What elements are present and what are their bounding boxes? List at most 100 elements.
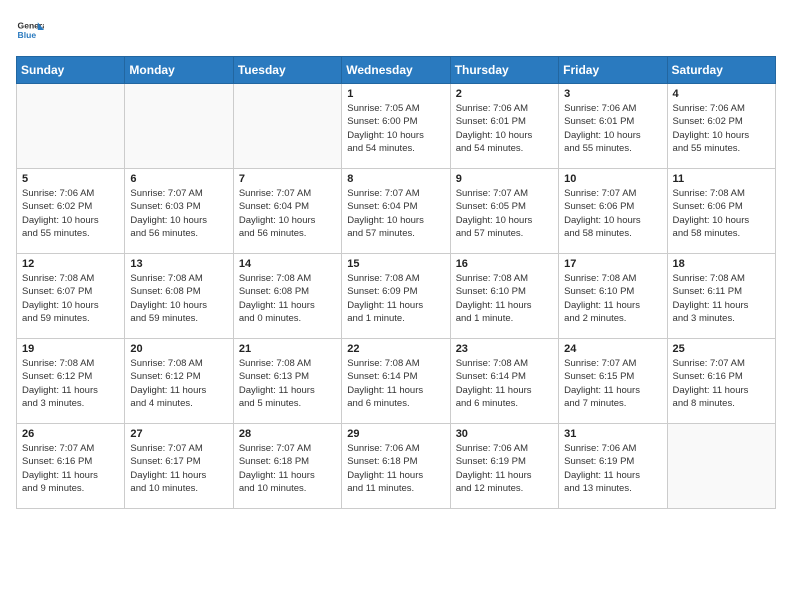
day-number: 25 <box>673 343 770 355</box>
day-number: 21 <box>239 343 336 355</box>
day-number: 30 <box>456 428 553 440</box>
day-number: 1 <box>347 88 444 100</box>
day-info: Sunrise: 7:06 AM Sunset: 6:01 PM Dayligh… <box>564 102 661 155</box>
day-number: 29 <box>347 428 444 440</box>
calendar-cell: 21 Sunrise: 7:08 AM Sunset: 6:13 PM Dayli… <box>233 339 341 424</box>
day-info: Sunrise: 7:05 AM Sunset: 6:00 PM Dayligh… <box>347 102 444 155</box>
day-info: Sunrise: 7:08 AM Sunset: 6:07 PM Dayligh… <box>22 272 119 325</box>
week-row-2: 5 Sunrise: 7:06 AM Sunset: 6:02 PM Daylig… <box>17 169 776 254</box>
day-info: Sunrise: 7:07 AM Sunset: 6:15 PM Dayligh… <box>564 357 661 410</box>
calendar-cell: 23 Sunrise: 7:08 AM Sunset: 6:14 PM Dayli… <box>450 339 558 424</box>
weekday-header-monday: Monday <box>125 57 233 84</box>
day-info: Sunrise: 7:08 AM Sunset: 6:08 PM Dayligh… <box>130 272 227 325</box>
calendar-cell <box>17 84 125 169</box>
calendar-cell: 1 Sunrise: 7:05 AM Sunset: 6:00 PM Daylig… <box>342 84 450 169</box>
day-info: Sunrise: 7:08 AM Sunset: 6:10 PM Dayligh… <box>456 272 553 325</box>
day-number: 26 <box>22 428 119 440</box>
weekday-header-wednesday: Wednesday <box>342 57 450 84</box>
day-number: 11 <box>673 173 770 185</box>
week-row-1: 1 Sunrise: 7:05 AM Sunset: 6:00 PM Daylig… <box>17 84 776 169</box>
calendar-cell: 17 Sunrise: 7:08 AM Sunset: 6:10 PM Dayli… <box>559 254 667 339</box>
day-number: 23 <box>456 343 553 355</box>
day-info: Sunrise: 7:08 AM Sunset: 6:12 PM Dayligh… <box>22 357 119 410</box>
calendar-cell: 20 Sunrise: 7:08 AM Sunset: 6:12 PM Dayli… <box>125 339 233 424</box>
svg-text:Blue: Blue <box>18 30 37 40</box>
calendar-cell: 19 Sunrise: 7:08 AM Sunset: 6:12 PM Dayli… <box>17 339 125 424</box>
calendar-cell <box>125 84 233 169</box>
day-number: 28 <box>239 428 336 440</box>
day-info: Sunrise: 7:08 AM Sunset: 6:10 PM Dayligh… <box>564 272 661 325</box>
calendar-header-row: SundayMondayTuesdayWednesdayThursdayFrid… <box>17 57 776 84</box>
logo: General Blue <box>16 16 44 44</box>
day-info: Sunrise: 7:08 AM Sunset: 6:14 PM Dayligh… <box>456 357 553 410</box>
day-info: Sunrise: 7:07 AM Sunset: 6:04 PM Dayligh… <box>239 187 336 240</box>
calendar-cell: 18 Sunrise: 7:08 AM Sunset: 6:11 PM Dayli… <box>667 254 775 339</box>
calendar-cell: 16 Sunrise: 7:08 AM Sunset: 6:10 PM Dayli… <box>450 254 558 339</box>
calendar-cell: 8 Sunrise: 7:07 AM Sunset: 6:04 PM Daylig… <box>342 169 450 254</box>
day-info: Sunrise: 7:08 AM Sunset: 6:06 PM Dayligh… <box>673 187 770 240</box>
calendar-cell: 2 Sunrise: 7:06 AM Sunset: 6:01 PM Daylig… <box>450 84 558 169</box>
day-number: 8 <box>347 173 444 185</box>
day-info: Sunrise: 7:08 AM Sunset: 6:12 PM Dayligh… <box>130 357 227 410</box>
weekday-header-saturday: Saturday <box>667 57 775 84</box>
day-info: Sunrise: 7:07 AM Sunset: 6:16 PM Dayligh… <box>673 357 770 410</box>
day-number: 2 <box>456 88 553 100</box>
day-number: 3 <box>564 88 661 100</box>
calendar-cell: 15Sunrise: 7:08 AM Sunset: 6:09 PM Dayli… <box>342 254 450 339</box>
day-number: 9 <box>456 173 553 185</box>
calendar-cell: 12 Sunrise: 7:08 AM Sunset: 6:07 PM Dayli… <box>17 254 125 339</box>
week-row-4: 19 Sunrise: 7:08 AM Sunset: 6:12 PM Dayli… <box>17 339 776 424</box>
calendar-cell: 4Sunrise: 7:06 AM Sunset: 6:02 PM Daylig… <box>667 84 775 169</box>
day-number: 22 <box>347 343 444 355</box>
day-number: 14 <box>239 258 336 270</box>
day-number: 20 <box>130 343 227 355</box>
page-header: General Blue <box>16 16 776 44</box>
calendar-cell: 10Sunrise: 7:07 AM Sunset: 6:06 PM Dayli… <box>559 169 667 254</box>
day-info: Sunrise: 7:08 AM Sunset: 6:08 PM Dayligh… <box>239 272 336 325</box>
calendar-cell: 26Sunrise: 7:07 AM Sunset: 6:16 PM Dayli… <box>17 424 125 509</box>
day-info: Sunrise: 7:06 AM Sunset: 6:01 PM Dayligh… <box>456 102 553 155</box>
calendar-cell: 6Sunrise: 7:07 AM Sunset: 6:03 PM Daylig… <box>125 169 233 254</box>
day-number: 15 <box>347 258 444 270</box>
day-info: Sunrise: 7:06 AM Sunset: 6:02 PM Dayligh… <box>22 187 119 240</box>
calendar-cell: 27 Sunrise: 7:07 AM Sunset: 6:17 PM Dayli… <box>125 424 233 509</box>
day-info: Sunrise: 7:07 AM Sunset: 6:04 PM Dayligh… <box>347 187 444 240</box>
calendar-cell: 22 Sunrise: 7:08 AM Sunset: 6:14 PM Dayli… <box>342 339 450 424</box>
day-info: Sunrise: 7:07 AM Sunset: 6:03 PM Dayligh… <box>130 187 227 240</box>
weekday-header-friday: Friday <box>559 57 667 84</box>
calendar-cell: 13Sunrise: 7:08 AM Sunset: 6:08 PM Dayli… <box>125 254 233 339</box>
calendar-cell: 14 Sunrise: 7:08 AM Sunset: 6:08 PM Dayli… <box>233 254 341 339</box>
calendar-cell: 9 Sunrise: 7:07 AM Sunset: 6:05 PM Daylig… <box>450 169 558 254</box>
day-number: 12 <box>22 258 119 270</box>
day-number: 18 <box>673 258 770 270</box>
day-info: Sunrise: 7:08 AM Sunset: 6:11 PM Dayligh… <box>673 272 770 325</box>
day-number: 16 <box>456 258 553 270</box>
day-info: Sunrise: 7:06 AM Sunset: 6:19 PM Dayligh… <box>564 442 661 495</box>
calendar-cell: 28 Sunrise: 7:07 AM Sunset: 6:18 PM Dayli… <box>233 424 341 509</box>
calendar-table: SundayMondayTuesdayWednesdayThursdayFrid… <box>16 56 776 509</box>
day-info: Sunrise: 7:07 AM Sunset: 6:17 PM Dayligh… <box>130 442 227 495</box>
day-number: 17 <box>564 258 661 270</box>
calendar-cell <box>233 84 341 169</box>
day-number: 10 <box>564 173 661 185</box>
day-number: 24 <box>564 343 661 355</box>
week-row-5: 26Sunrise: 7:07 AM Sunset: 6:16 PM Dayli… <box>17 424 776 509</box>
calendar-cell: 30Sunrise: 7:06 AM Sunset: 6:19 PM Dayli… <box>450 424 558 509</box>
day-number: 5 <box>22 173 119 185</box>
calendar-cell: 11 Sunrise: 7:08 AM Sunset: 6:06 PM Dayli… <box>667 169 775 254</box>
day-info: Sunrise: 7:08 AM Sunset: 6:13 PM Dayligh… <box>239 357 336 410</box>
day-number: 4 <box>673 88 770 100</box>
day-number: 31 <box>564 428 661 440</box>
weekday-header-thursday: Thursday <box>450 57 558 84</box>
day-info: Sunrise: 7:07 AM Sunset: 6:18 PM Dayligh… <box>239 442 336 495</box>
day-number: 27 <box>130 428 227 440</box>
calendar-cell: 25 Sunrise: 7:07 AM Sunset: 6:16 PM Dayli… <box>667 339 775 424</box>
weekday-header-tuesday: Tuesday <box>233 57 341 84</box>
calendar-cell: 24 Sunrise: 7:07 AM Sunset: 6:15 PM Dayli… <box>559 339 667 424</box>
day-info: Sunrise: 7:07 AM Sunset: 6:05 PM Dayligh… <box>456 187 553 240</box>
calendar-cell: 7Sunrise: 7:07 AM Sunset: 6:04 PM Daylig… <box>233 169 341 254</box>
day-info: Sunrise: 7:08 AM Sunset: 6:14 PM Dayligh… <box>347 357 444 410</box>
calendar-cell: 31 Sunrise: 7:06 AM Sunset: 6:19 PM Dayli… <box>559 424 667 509</box>
week-row-3: 12 Sunrise: 7:08 AM Sunset: 6:07 PM Dayli… <box>17 254 776 339</box>
day-number: 19 <box>22 343 119 355</box>
